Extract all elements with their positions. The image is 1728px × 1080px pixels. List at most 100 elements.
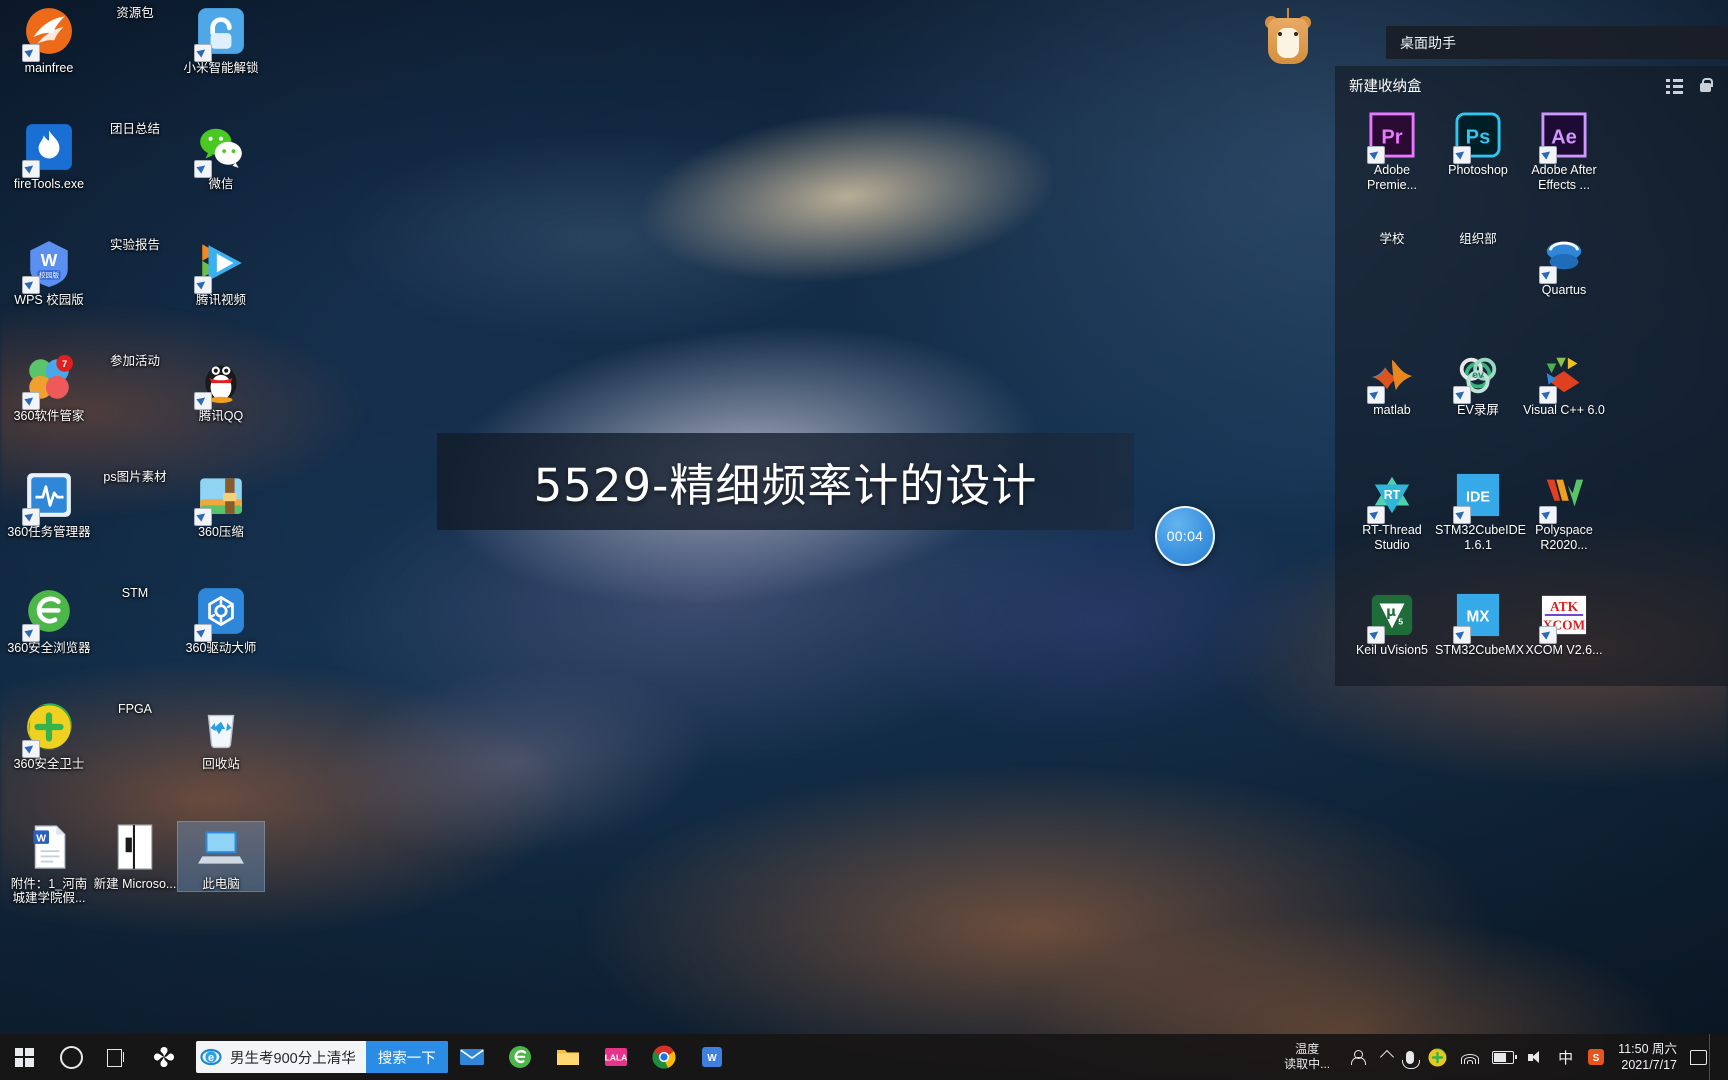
stm32cubemx-icon: MX <box>1453 593 1501 644</box>
task-view-button[interactable] <box>94 1034 140 1080</box>
storage-box-item-stm32cubemx-icon[interactable]: MX STM32CubeMX <box>1435 592 1524 658</box>
desktop-icon-xiaomi-smart-unlock-icon[interactable]: 小米智能解锁 <box>178 6 264 75</box>
wifi-icon[interactable] <box>1454 1034 1485 1080</box>
desktop-icon-folder-icon[interactable]: FPGA <box>92 702 178 716</box>
storage-box-item-adobe-photoshop-icon[interactable]: Ps Photoshop <box>1435 112 1521 178</box>
svg-text:RT: RT <box>1384 488 1401 502</box>
search-submit-button[interactable]: 搜索一下 <box>365 1041 448 1073</box>
desktop-icon-360-security-guard-icon[interactable]: 360安全卫士 <box>6 702 92 771</box>
shortcut-arrow-icon <box>194 44 212 62</box>
battery-icon[interactable] <box>1485 1034 1521 1080</box>
desktop-icon-wechat-icon[interactable]: 微信 <box>178 122 264 191</box>
clock[interactable]: 11:50 周六 2021/7/17 <box>1612 1041 1687 1073</box>
storage-box-item-label: XCOM V2.6... <box>1525 643 1603 657</box>
storage-box-item-stm32cubeide-icon[interactable]: IDE STM32CubeIDE 1.6.1 <box>1435 472 1526 553</box>
mascot-eye-right <box>1294 32 1298 36</box>
sogou-tray-icon[interactable]: S <box>1580 1034 1612 1080</box>
adobe-photoshop-icon: Ps <box>1453 112 1501 164</box>
new-microsoft-file-icon <box>110 824 160 876</box>
desktop-icon-folder-icon[interactable]: 资源包 <box>92 6 178 20</box>
taskbar-lala-app[interactable]: LALA <box>592 1034 640 1080</box>
sogou-pinyin-icon <box>154 1047 174 1067</box>
desktop-icon-wps-office-icon[interactable]: W 校园版 WPS 校园版 <box>6 238 92 307</box>
lock-icon[interactable] <box>1697 77 1714 94</box>
storage-box-item-label: Keil uVision5 <box>1355 643 1429 657</box>
desktop-icon-word-document-icon[interactable]: W 附件：1_河南城建学院假... <box>6 822 92 905</box>
taskbar-wps[interactable]: W <box>688 1034 736 1080</box>
taskbar-file-explorer[interactable] <box>544 1034 592 1080</box>
ime-chinese-icon[interactable]: 中 <box>1551 1034 1580 1080</box>
storage-box-item-folder-icon[interactable]: 组织部 <box>1435 232 1521 247</box>
show-desktop-button[interactable] <box>1709 1034 1718 1080</box>
desktop-icon-360-browser-icon[interactable]: 360安全浏览器 <box>6 586 92 655</box>
storage-box-item-ev-screen-recorder-icon[interactable]: ev EV录屏 <box>1435 352 1521 418</box>
volume-icon[interactable] <box>1521 1034 1551 1080</box>
windows-logo-icon <box>14 1047 34 1067</box>
action-center-button[interactable] <box>1687 1034 1709 1080</box>
shortcut-arrow-icon <box>22 276 40 294</box>
xcom-serial-tool-icon: ATK XCOM <box>1539 595 1587 644</box>
storage-box-item-matlab-icon[interactable]: matlab <box>1349 352 1435 418</box>
wechat-icon <box>194 128 246 178</box>
360-security-guard-icon <box>22 703 74 758</box>
storage-box-item-visual-cpp-icon[interactable]: Visual C++ 6.0 <box>1521 352 1607 418</box>
desktop-icon-folder-icon[interactable]: 实验报告 <box>92 238 178 252</box>
desktop-icon-360-task-manager-icon[interactable]: 360任务管理器 <box>6 470 92 539</box>
taskbar-chrome[interactable] <box>640 1034 688 1080</box>
microphone-icon[interactable] <box>1399 1034 1421 1080</box>
desktop-icon-360-zip-icon[interactable]: 360压缩 <box>178 470 264 539</box>
list-view-icon[interactable] <box>1666 77 1683 94</box>
cat-mascot-icon[interactable] <box>1262 8 1314 66</box>
timer-text: 00:04 <box>1166 528 1204 544</box>
taskbar-mail[interactable] <box>448 1034 496 1080</box>
desktop-icon-folder-icon[interactable]: ps图片素材 <box>92 470 178 484</box>
chevron-up-icon[interactable] <box>1375 1034 1399 1080</box>
matlab-icon <box>1367 359 1415 404</box>
desktop-assistant-label: 桌面助手 <box>1400 34 1456 51</box>
file-explorer-icon <box>556 1050 579 1065</box>
weather-widget[interactable]: 温度 读取中... <box>1270 1042 1344 1072</box>
desktop-icon-mainfree-app-icon[interactable]: mainfree <box>6 6 92 75</box>
taskbar-sogou-pinyin[interactable] <box>140 1034 188 1080</box>
taskbar-search-widget[interactable]: e 男生考900分上清华 搜索一下 <box>196 1041 448 1073</box>
search-input[interactable]: 男生考900分上清华 <box>226 1047 366 1068</box>
taskbar-360-browser[interactable] <box>496 1034 544 1080</box>
desktop-icon-this-pc-icon[interactable]: 此电脑 <box>177 821 265 892</box>
firetools-app-icon <box>22 124 74 178</box>
cortana-search-button[interactable] <box>48 1034 94 1080</box>
storage-box-item-rt-thread-studio-icon[interactable]: RT RT-Thread Studio <box>1349 472 1435 553</box>
storage-box-item-adobe-after-effects-icon[interactable]: Ae Adobe After Effects ... <box>1521 112 1607 193</box>
video-timer-badge[interactable]: 00:04 <box>1155 506 1215 566</box>
people-icon[interactable] <box>1344 1034 1375 1080</box>
storage-box-item-polyspace-icon[interactable]: Polyspace R2020... <box>1521 472 1607 553</box>
desktop-icon-folder-icon[interactable]: STM <box>92 586 178 600</box>
desktop-icon-360-driver-master-icon[interactable]: 360驱动大师 <box>178 586 264 655</box>
desktop-icon-label: 腾讯QQ <box>198 409 244 423</box>
desktop-icon-tencent-qq-icon[interactable]: 腾讯QQ <box>178 354 264 423</box>
storage-box-item-quartus-icon[interactable]: Quartus <box>1521 232 1607 298</box>
shortcut-arrow-icon <box>1367 146 1385 164</box>
storage-box-item-xcom-serial-tool-icon[interactable]: ATK XCOM XCOM V2.6... <box>1521 592 1607 658</box>
desktop-icon-label: STM <box>121 586 149 600</box>
storage-box-item-folder-open-icon[interactable]: 学校 <box>1349 232 1435 247</box>
storage-box-panel[interactable]: 新建收纳盒 Pr Adobe Premie... Ps Photoshop Ae Adob… <box>1335 66 1728 686</box>
shortcut-arrow-icon <box>1453 506 1471 524</box>
desktop-icon-new-microsoft-file-icon[interactable]: 新建 Microso... <box>92 822 178 891</box>
desktop-icon-folder-icon[interactable]: 团日总结 <box>92 122 178 136</box>
storage-box-item-label: EV录屏 <box>1457 403 1499 417</box>
storage-box-item-label: STM32CubeMX <box>1435 643 1524 657</box>
desktop-icon-folder-icon[interactable]: 参加活动 <box>92 354 178 368</box>
desktop-icon-tencent-video-icon[interactable]: 腾讯视频 <box>178 238 264 307</box>
360-browser-icon <box>22 590 74 642</box>
new-file-art <box>117 824 153 870</box>
storage-box-item-adobe-premiere-icon[interactable]: Pr Adobe Premie... <box>1349 112 1435 193</box>
desktop-icon-firetools-app-icon[interactable]: fireTools.exe <box>6 122 92 191</box>
desktop-icon-recycle-bin-icon[interactable]: 回收站 <box>178 702 264 771</box>
storage-box-item-label: Visual C++ 6.0 <box>1523 403 1605 417</box>
storage-box-item-keil-uvision-icon[interactable]: μ 5 Keil uVision5 <box>1349 592 1435 658</box>
360-security-tray-icon[interactable] <box>1421 1034 1454 1080</box>
word-doc-art: W <box>33 825 66 869</box>
start-button[interactable] <box>0 1034 48 1080</box>
desktop-icon-360-software-manager-icon[interactable]: 7 360软件管家 <box>6 354 92 423</box>
wps-office-icon: W 校园版 <box>22 241 74 294</box>
